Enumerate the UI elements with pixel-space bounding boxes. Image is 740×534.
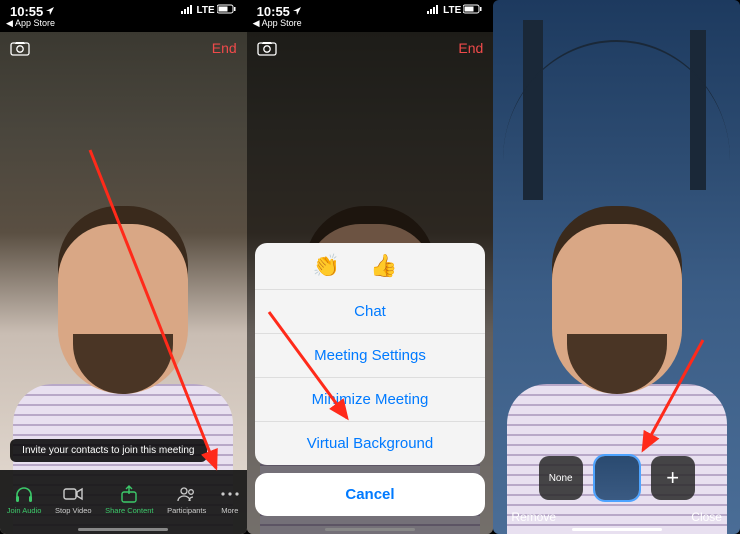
- zoom-meeting-panel-virtual-bg: None + Remove Close: [493, 0, 740, 534]
- meeting-toolbar: Join Audio Stop Video Share Content Part…: [0, 470, 247, 534]
- share-icon: [120, 484, 138, 504]
- back-to-appstore[interactable]: ◀ App Store: [6, 18, 55, 29]
- remove-bg-button[interactable]: Remove: [511, 510, 556, 524]
- participants-icon: [176, 484, 198, 504]
- reactions-row: 👏👍: [255, 243, 486, 290]
- home-indicator[interactable]: [325, 528, 415, 531]
- battery-icon: [463, 4, 483, 17]
- network-label: LTE: [197, 5, 215, 16]
- home-indicator[interactable]: [572, 528, 662, 531]
- bg-thumb-none[interactable]: None: [539, 456, 583, 500]
- status-time: 10:55: [257, 4, 290, 19]
- network-label: LTE: [443, 5, 461, 16]
- location-icon: [292, 5, 302, 19]
- video-icon: [63, 484, 83, 504]
- invite-tooltip: Invite your contacts to join this meetin…: [10, 439, 207, 462]
- virtual-background-option[interactable]: Virtual Background: [255, 422, 486, 465]
- signal-bars-icon: [181, 5, 195, 17]
- share-content-button[interactable]: Share Content: [105, 484, 153, 515]
- participants-button[interactable]: Participants: [167, 484, 206, 515]
- location-icon: [45, 5, 55, 19]
- more-icon: [220, 484, 240, 504]
- minimize-meeting-option[interactable]: Minimize Meeting: [255, 378, 486, 422]
- status-time: 10:55: [10, 4, 43, 19]
- thumbs-up-reaction[interactable]: 👍: [370, 253, 427, 278]
- switch-camera-icon[interactable]: [10, 40, 30, 56]
- end-meeting-button[interactable]: End: [458, 40, 483, 56]
- meeting-settings-option[interactable]: Meeting Settings: [255, 334, 486, 378]
- zoom-meeting-panel-more-menu: 10:55 LTE ◀ App Store End 👏👍 Chat: [247, 0, 494, 534]
- virtual-bg-picker: None + Remove Close: [493, 442, 740, 534]
- switch-camera-icon[interactable]: [257, 40, 277, 56]
- clap-reaction[interactable]: 👏: [313, 253, 370, 278]
- end-meeting-button[interactable]: End: [212, 40, 237, 56]
- more-button[interactable]: More: [220, 484, 240, 515]
- back-to-appstore[interactable]: ◀ App Store: [253, 18, 302, 29]
- bg-thumb-add[interactable]: +: [651, 456, 695, 500]
- more-action-sheet: 👏👍 Chat Meeting Settings Minimize Meetin…: [255, 243, 486, 516]
- bg-thumb-bridge[interactable]: [595, 456, 639, 500]
- chat-option[interactable]: Chat: [255, 290, 486, 334]
- signal-bars-icon: [427, 5, 441, 17]
- meeting-top-bar: End: [0, 34, 247, 62]
- stop-video-button[interactable]: Stop Video: [55, 484, 92, 515]
- home-indicator[interactable]: [78, 528, 168, 531]
- headphones-icon: [14, 484, 34, 504]
- close-picker-button[interactable]: Close: [691, 510, 722, 524]
- join-audio-button[interactable]: Join Audio: [7, 484, 42, 515]
- battery-icon: [217, 4, 237, 17]
- cancel-button[interactable]: Cancel: [255, 473, 486, 516]
- zoom-meeting-panel-main: 10:55 LTE ◀ App Store End: [0, 0, 247, 534]
- meeting-top-bar: End: [247, 34, 494, 62]
